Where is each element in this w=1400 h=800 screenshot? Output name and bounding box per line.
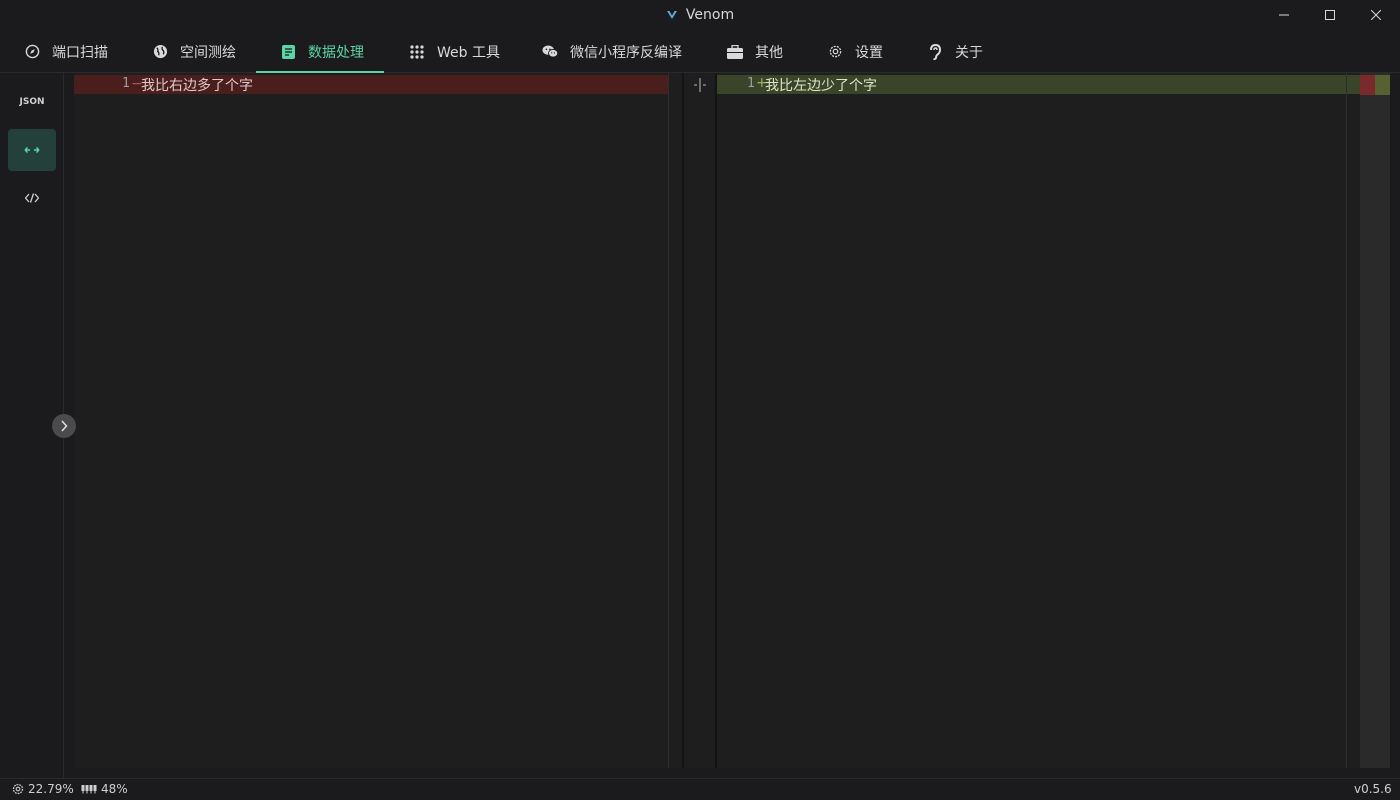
- ear-icon: [927, 43, 943, 60]
- tab-label: 其他: [755, 44, 783, 61]
- wechat-icon: [542, 44, 558, 60]
- inserted-line-text: 我比左边少了个字: [765, 78, 877, 94]
- diff-original-editor[interactable]: 1 − 我比右边多了个字: [74, 73, 682, 768]
- tab-data-processing[interactable]: 数据处理: [280, 30, 364, 73]
- tab-label: 数据处理: [308, 44, 364, 61]
- maximize-button[interactable]: [1307, 0, 1353, 30]
- gear-icon: [827, 44, 843, 60]
- window-title: Venom: [0, 7, 1400, 25]
- tab-port-scan[interactable]: 端口扫描: [24, 30, 108, 73]
- memory-value: 48%: [101, 782, 128, 796]
- line-number: 1: [122, 76, 130, 91]
- close-button[interactable]: [1353, 0, 1399, 30]
- tab-label: 微信小程序反编译: [570, 44, 682, 61]
- tab-label: 关于: [955, 44, 983, 61]
- tab-label: Web 工具: [437, 44, 500, 61]
- tab-wechat-decompile[interactable]: 微信小程序反编译: [542, 30, 682, 73]
- memory-usage: 48%: [81, 782, 128, 796]
- center-gutter: [684, 73, 715, 768]
- tab-label: 设置: [855, 44, 883, 61]
- briefcase-icon: [727, 44, 743, 60]
- diff-arrows-icon: [24, 147, 40, 153]
- chevron-right-icon: [61, 420, 68, 432]
- diff-modified-editor[interactable]: 1 + 我比左边少了个字: [717, 73, 1390, 768]
- code-icon: [25, 193, 39, 203]
- compass-icon: [24, 44, 40, 60]
- minimize-icon: [1279, 14, 1289, 16]
- cpu-value: 22.79%: [28, 782, 74, 796]
- deleted-line-text: 我比右边多了个字: [141, 78, 253, 94]
- document-icon: [280, 44, 296, 60]
- memory-icon: [81, 785, 97, 794]
- tab-web-tools[interactable]: Web 工具: [409, 30, 500, 73]
- tab-label: 空间测绘: [180, 44, 236, 61]
- overview-deleted-marker: [1360, 75, 1375, 95]
- close-icon: [1371, 10, 1381, 20]
- tab-label: 端口扫描: [52, 44, 108, 61]
- venom-logo-icon: [666, 9, 678, 25]
- sidebar-expand-button[interactable]: [52, 414, 76, 438]
- right-scrollbar[interactable]: [1346, 73, 1360, 768]
- tab-about[interactable]: 关于: [927, 30, 983, 73]
- line-number: 1: [747, 76, 755, 91]
- window-title-text: Venom: [685, 7, 735, 23]
- minimize-button[interactable]: [1261, 0, 1307, 30]
- status-bar: 22.79% 48% v0.5.6: [0, 778, 1400, 800]
- tab-space-mapping[interactable]: 空间测绘: [152, 30, 236, 73]
- title-bar: Venom: [0, 0, 1400, 30]
- sidebar-item-json[interactable]: JSON: [8, 81, 56, 123]
- version-text: v0.5.6: [1354, 782, 1392, 796]
- app-version: v0.5.6: [1354, 782, 1392, 796]
- sidebar-item-diff[interactable]: [8, 129, 56, 171]
- main-nav: 端口扫描 空间测绘 数据处理 Web 工具 微信小程序反编译 其他 设置 关于: [0, 30, 1400, 73]
- tab-other[interactable]: 其他: [727, 30, 783, 73]
- split-handle-icon[interactable]: [692, 77, 708, 93]
- tab-settings[interactable]: 设置: [827, 30, 883, 73]
- sidebar-item-code[interactable]: [8, 177, 56, 219]
- maximize-icon: [1325, 10, 1335, 20]
- json-icon: JSON: [19, 97, 45, 107]
- diff-overview-ruler[interactable]: [1360, 73, 1390, 768]
- overview-inserted-marker: [1375, 75, 1390, 95]
- globe-icon: [152, 44, 168, 60]
- cpu-icon: [12, 783, 24, 795]
- cpu-usage: 22.79%: [12, 782, 74, 796]
- left-scrollbar[interactable]: [668, 73, 682, 768]
- grid-dots-icon: [409, 44, 425, 60]
